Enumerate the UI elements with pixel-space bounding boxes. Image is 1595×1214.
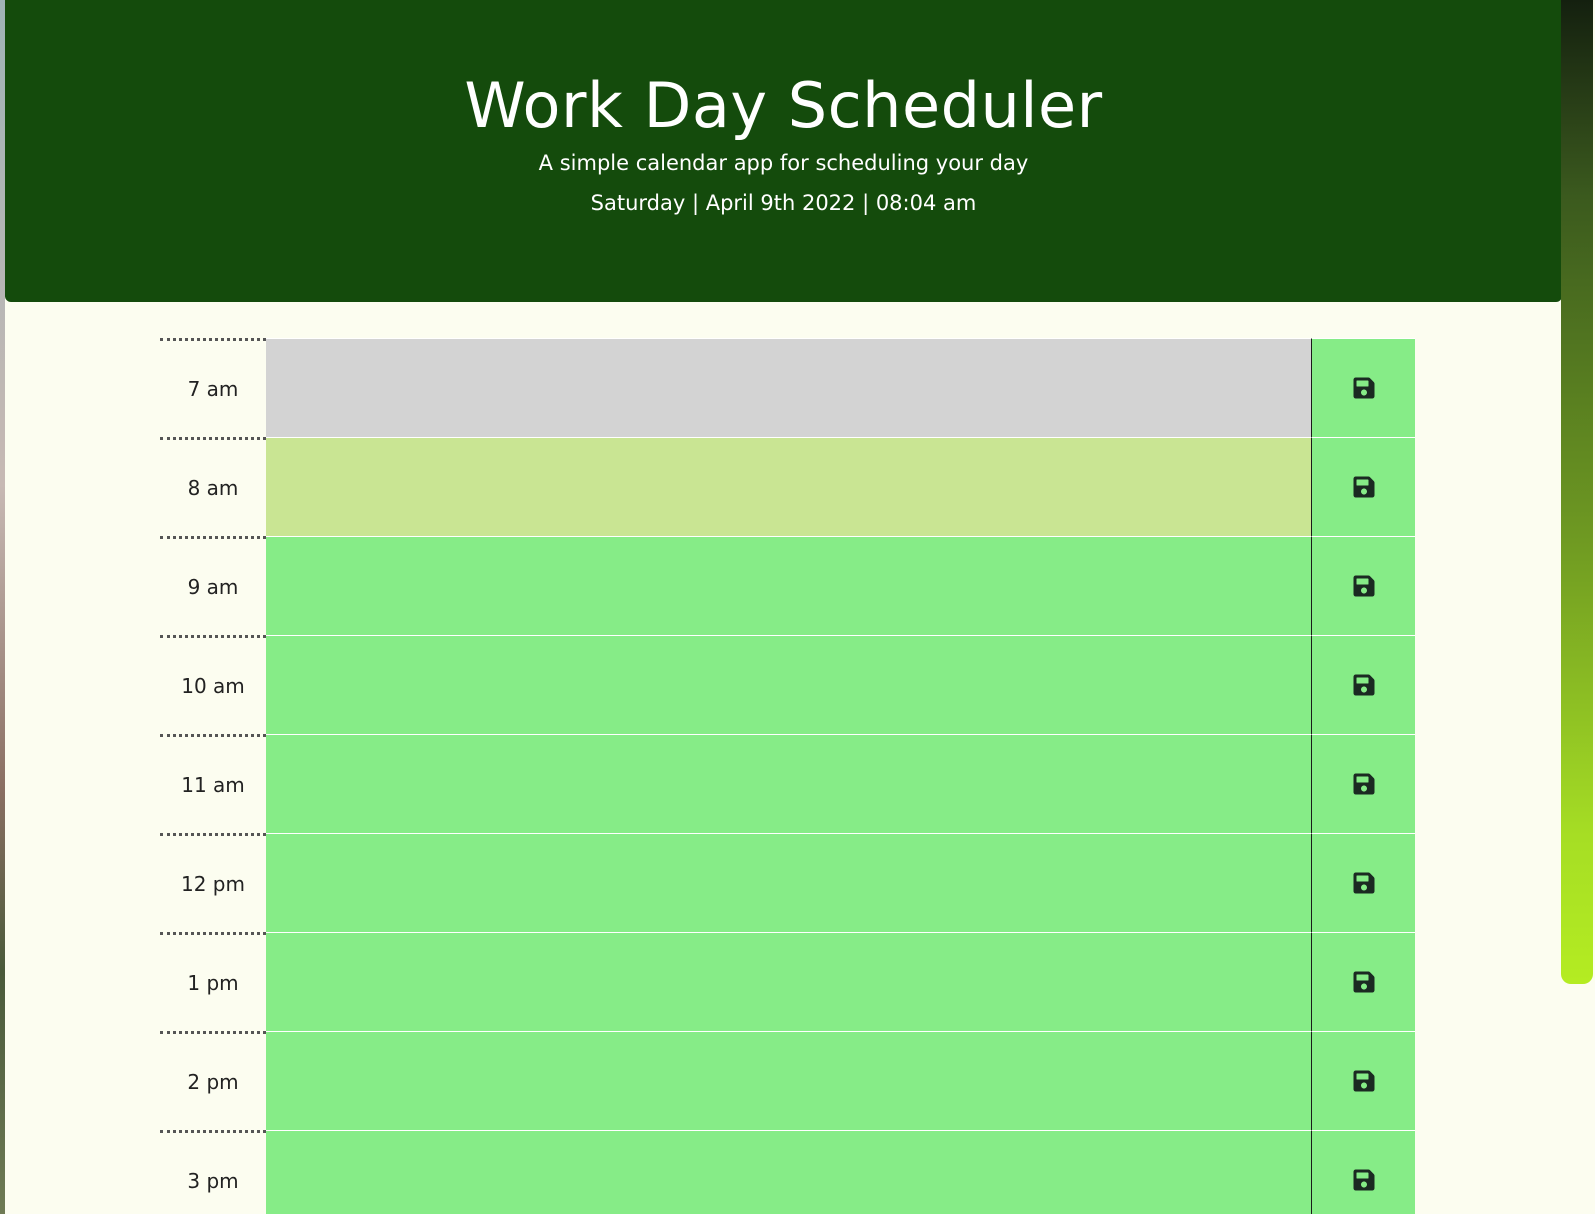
page: Work Day Scheduler A simple calendar app… [5, 0, 1562, 1214]
event-description-input[interactable] [266, 734, 1312, 833]
floppy-disk-icon [1352, 574, 1376, 598]
event-description-input[interactable] [266, 338, 1312, 437]
event-description-input[interactable] [266, 1031, 1312, 1130]
time-block: 2 pm [160, 1031, 1415, 1130]
event-description-input[interactable] [266, 833, 1312, 932]
save-button[interactable] [1312, 536, 1415, 635]
floppy-disk-icon [1352, 376, 1376, 400]
time-block: 3 pm [160, 1130, 1415, 1214]
floppy-disk-icon [1352, 871, 1376, 895]
save-button[interactable] [1312, 1130, 1415, 1214]
hour-label: 9 am [160, 536, 266, 635]
page-subtitle: A simple calendar app for scheduling you… [538, 151, 1029, 175]
floppy-disk-icon [1352, 673, 1376, 697]
page-title: Work Day Scheduler [464, 69, 1103, 142]
scheduler-container: 7 am 8 am 9 am 10 am 11 am 12 pm 1 pm 2 … [160, 338, 1415, 1214]
hour-label: 10 am [160, 635, 266, 734]
save-button[interactable] [1312, 338, 1415, 437]
floppy-disk-icon [1352, 475, 1376, 499]
save-button[interactable] [1312, 1031, 1415, 1130]
event-description-input[interactable] [266, 437, 1312, 536]
floppy-disk-icon [1352, 1069, 1376, 1093]
hour-label: 3 pm [160, 1130, 266, 1214]
scrollbar-thumb[interactable] [1561, 0, 1593, 984]
hour-label: 8 am [160, 437, 266, 536]
floppy-disk-icon [1352, 772, 1376, 796]
save-button[interactable] [1312, 734, 1415, 833]
floppy-disk-icon [1352, 1168, 1376, 1192]
event-description-input[interactable] [266, 635, 1312, 734]
save-button[interactable] [1312, 635, 1415, 734]
save-button[interactable] [1312, 932, 1415, 1031]
hour-label: 1 pm [160, 932, 266, 1031]
time-block: 11 am [160, 734, 1415, 833]
time-block: 10 am [160, 635, 1415, 734]
save-button[interactable] [1312, 437, 1415, 536]
time-block: 1 pm [160, 932, 1415, 1031]
event-description-input[interactable] [266, 536, 1312, 635]
hour-label: 7 am [160, 338, 266, 437]
time-block: 12 pm [160, 833, 1415, 932]
header-jumbotron: Work Day Scheduler A simple calendar app… [5, 0, 1562, 302]
time-block: 8 am [160, 437, 1415, 536]
floppy-disk-icon [1352, 970, 1376, 994]
hour-label: 11 am [160, 734, 266, 833]
time-block: 9 am [160, 536, 1415, 635]
event-description-input[interactable] [266, 932, 1312, 1031]
event-description-input[interactable] [266, 1130, 1312, 1214]
current-day: Saturday | April 9th 2022 | 08:04 am [590, 191, 977, 215]
time-block: 7 am [160, 338, 1415, 437]
save-button[interactable] [1312, 833, 1415, 932]
hour-label: 2 pm [160, 1031, 266, 1130]
hour-label: 12 pm [160, 833, 266, 932]
